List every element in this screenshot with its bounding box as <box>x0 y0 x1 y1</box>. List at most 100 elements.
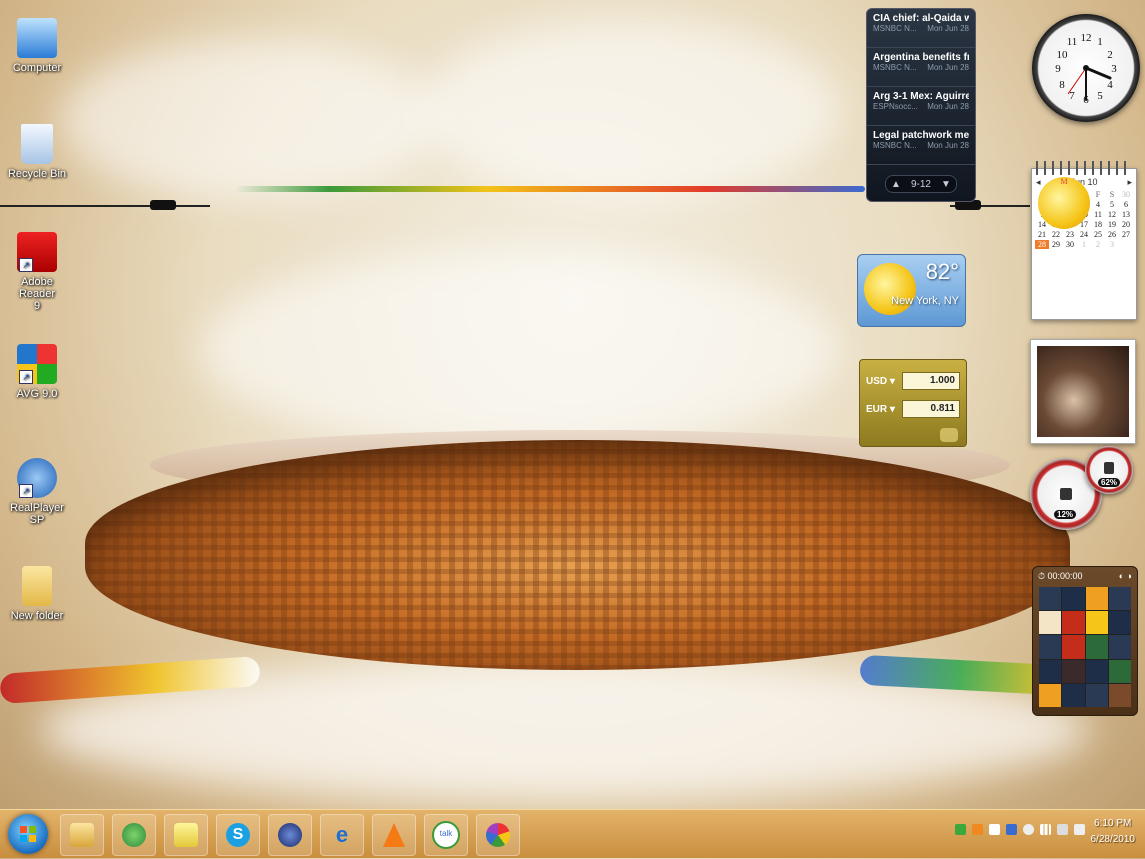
update-icon[interactable] <box>972 824 983 835</box>
weather-gadget[interactable]: 82° New York, NY <box>857 254 966 327</box>
calendar-day[interactable]: 22 <box>1049 230 1063 239</box>
svg-text:5: 5 <box>1097 90 1103 102</box>
google-talk-icon: talk <box>432 821 460 849</box>
calendar-day[interactable]: 18 <box>1091 220 1105 229</box>
calendar-day[interactable]: 1 <box>1077 240 1091 249</box>
calendar-day[interactable]: 12 <box>1105 210 1119 219</box>
svg-text:8: 8 <box>1059 79 1065 91</box>
memory-meter-gadget[interactable]: 62% <box>1085 446 1133 494</box>
system-tray <box>955 824 1085 835</box>
network-status-icon[interactable] <box>1006 824 1017 835</box>
calendar-rings <box>1036 161 1132 175</box>
weather-city: New York, NY <box>891 295 959 307</box>
calendar-day[interactable]: 20 <box>1119 220 1133 229</box>
desktop-icon-avg[interactable]: ↗ AVG 9.0 <box>2 344 72 400</box>
desktop-icon-recycle-bin[interactable]: Recycle Bin <box>2 124 72 180</box>
taskbar-people[interactable] <box>112 814 156 856</box>
shortcut-arrow-icon: ↗ <box>19 258 33 272</box>
puzzle-timer: ⏱ 00:00:00 <box>1038 570 1083 581</box>
taskbar-picasa[interactable] <box>476 814 520 856</box>
calendar-day[interactable]: 30 <box>1119 190 1133 199</box>
next-month-icon[interactable]: ▸ <box>1127 177 1132 188</box>
adobe-reader-icon: ↗ <box>17 232 57 272</box>
calendar-day[interactable]: 4 <box>1091 200 1105 209</box>
taskbar-windows-explorer[interactable] <box>60 814 104 856</box>
calendar-day[interactable]: 30 <box>1063 240 1077 249</box>
calendar-day[interactable]: 21 <box>1035 230 1049 239</box>
calendar-day[interactable]: 13 <box>1119 210 1133 219</box>
security-icon[interactable] <box>955 824 966 835</box>
taskbar-google-talk[interactable]: talk <box>424 814 468 856</box>
calendar-day[interactable]: 24 <box>1077 230 1091 239</box>
chat-icon[interactable] <box>1023 824 1034 835</box>
currency-value-usd[interactable]: 1.000 <box>902 372 960 390</box>
calendar-day[interactable]: 25 <box>1091 230 1105 239</box>
puzzle-grid[interactable] <box>1039 587 1131 707</box>
calendar-day[interactable]: 23 <box>1063 230 1077 239</box>
vlc-cone-icon <box>383 823 405 847</box>
calendar-day[interactable]: 5 <box>1105 200 1119 209</box>
taskbar: S e talk 6:10 PM 6/28/2010 <box>0 809 1145 858</box>
desktop-icon-computer[interactable]: Computer <box>2 18 72 74</box>
calendar-day[interactable]: 26 <box>1105 230 1119 239</box>
shortcut-arrow-icon: ↗ <box>19 370 33 384</box>
cpu-gauge-icon <box>1060 488 1072 500</box>
taskbar-notes[interactable] <box>164 814 208 856</box>
svg-text:1: 1 <box>1097 36 1103 48</box>
skype-icon: S <box>226 823 250 847</box>
action-center-flag-icon[interactable] <box>989 824 1000 835</box>
svg-text:10: 10 <box>1057 49 1069 61</box>
battery-icon[interactable] <box>1057 824 1068 835</box>
calendar-gadget[interactable]: ◂ Jun 10 ▸ S M T W T F S 30 31 1 2 3 4 5… <box>1031 161 1137 320</box>
volume-icon[interactable] <box>1074 824 1085 835</box>
memory-percent: 62% <box>1098 478 1121 487</box>
news-item[interactable]: CIA chief: al-Qaida w... MSNBC N...Mon J… <box>867 9 975 48</box>
calendar-day[interactable]: 2 <box>1091 240 1105 249</box>
news-feed-gadget[interactable]: CIA chief: al-Qaida w... MSNBC N...Mon J… <box>866 8 976 202</box>
desktop-icon-adobe-reader[interactable]: ↗ Adobe Reader 9 <box>2 232 72 312</box>
desktop-icon-label: Computer <box>12 62 62 74</box>
clock-face-icon: 12369 1245 781011 <box>1055 32 1117 106</box>
pager-down-icon[interactable]: ▼ <box>941 179 951 190</box>
desktop-icon-label: Adobe Reader 9 <box>18 276 56 312</box>
desktop-icon-realplayer[interactable]: ↗ RealPlayer SP <box>2 458 72 526</box>
media-player-icon <box>278 823 302 847</box>
currency-gadget[interactable]: USD ▾ 1.000 EUR ▾ 0.811 <box>859 359 967 447</box>
calendar-day[interactable]: 27 <box>1119 230 1133 239</box>
news-item[interactable]: Arg 3-1 Mex: Aguirre... ESPNsocc... Mon J… <box>867 87 975 126</box>
prev-month-icon[interactable]: ◂ <box>1036 177 1041 188</box>
tray-clock[interactable]: 6:10 PM 6/28/2010 <box>1091 816 1136 848</box>
currency-logo-icon <box>940 428 958 442</box>
weather-temperature: 82° <box>925 259 959 284</box>
clock-gadget[interactable]: 12369 1245 781011 <box>1032 14 1140 122</box>
pager-range: 9-12 <box>910 178 931 190</box>
desktop-icon-new-folder[interactable]: New folder <box>2 566 72 622</box>
desktop-icon-label: RealPlayer SP <box>10 502 64 526</box>
taskbar-skype[interactable]: S <box>216 814 260 856</box>
recycle-bin-icon <box>21 124 53 164</box>
calendar-day[interactable]: 29 <box>1049 240 1063 249</box>
calendar-day[interactable]: 3 <box>1105 240 1119 249</box>
taskbar-internet-explorer[interactable]: e <box>320 814 364 856</box>
calendar-day[interactable]: 6 <box>1119 200 1133 209</box>
taskbar-vlc[interactable] <box>372 814 416 856</box>
currency-select-usd[interactable]: USD ▾ <box>866 376 898 387</box>
calendar-day-today[interactable]: 28 <box>1035 240 1049 249</box>
picture-puzzle-gadget[interactable]: ⏱ 00:00:00 ◐ ◑ <box>1032 566 1138 716</box>
taskbar-media[interactable] <box>268 814 312 856</box>
currency-value-eur[interactable]: 0.811 <box>902 400 960 418</box>
tray-time: 6:10 PM <box>1094 818 1132 829</box>
desktop-icon-label: AVG 9.0 <box>16 388 58 400</box>
calendar-day[interactable]: 11 <box>1091 210 1105 219</box>
pager-up-icon[interactable]: ▲ <box>891 179 901 190</box>
svg-text:9: 9 <box>1055 63 1061 75</box>
currency-select-eur[interactable]: EUR ▾ <box>866 404 898 415</box>
start-button[interactable] <box>8 814 48 854</box>
slideshow-gadget[interactable] <box>1030 339 1136 444</box>
signal-icon[interactable] <box>1040 824 1051 835</box>
calendar-day[interactable]: 19 <box>1105 220 1119 229</box>
news-item[interactable]: Argentina benefits fr... MSNBC N... Mon J… <box>867 48 975 87</box>
puzzle-controls[interactable]: ◐ ◑ <box>1119 571 1132 581</box>
cpu-percent: 12% <box>1054 510 1077 519</box>
news-item[interactable]: Legal patchwork me... MSNBC N... Mon Jun … <box>867 126 975 165</box>
